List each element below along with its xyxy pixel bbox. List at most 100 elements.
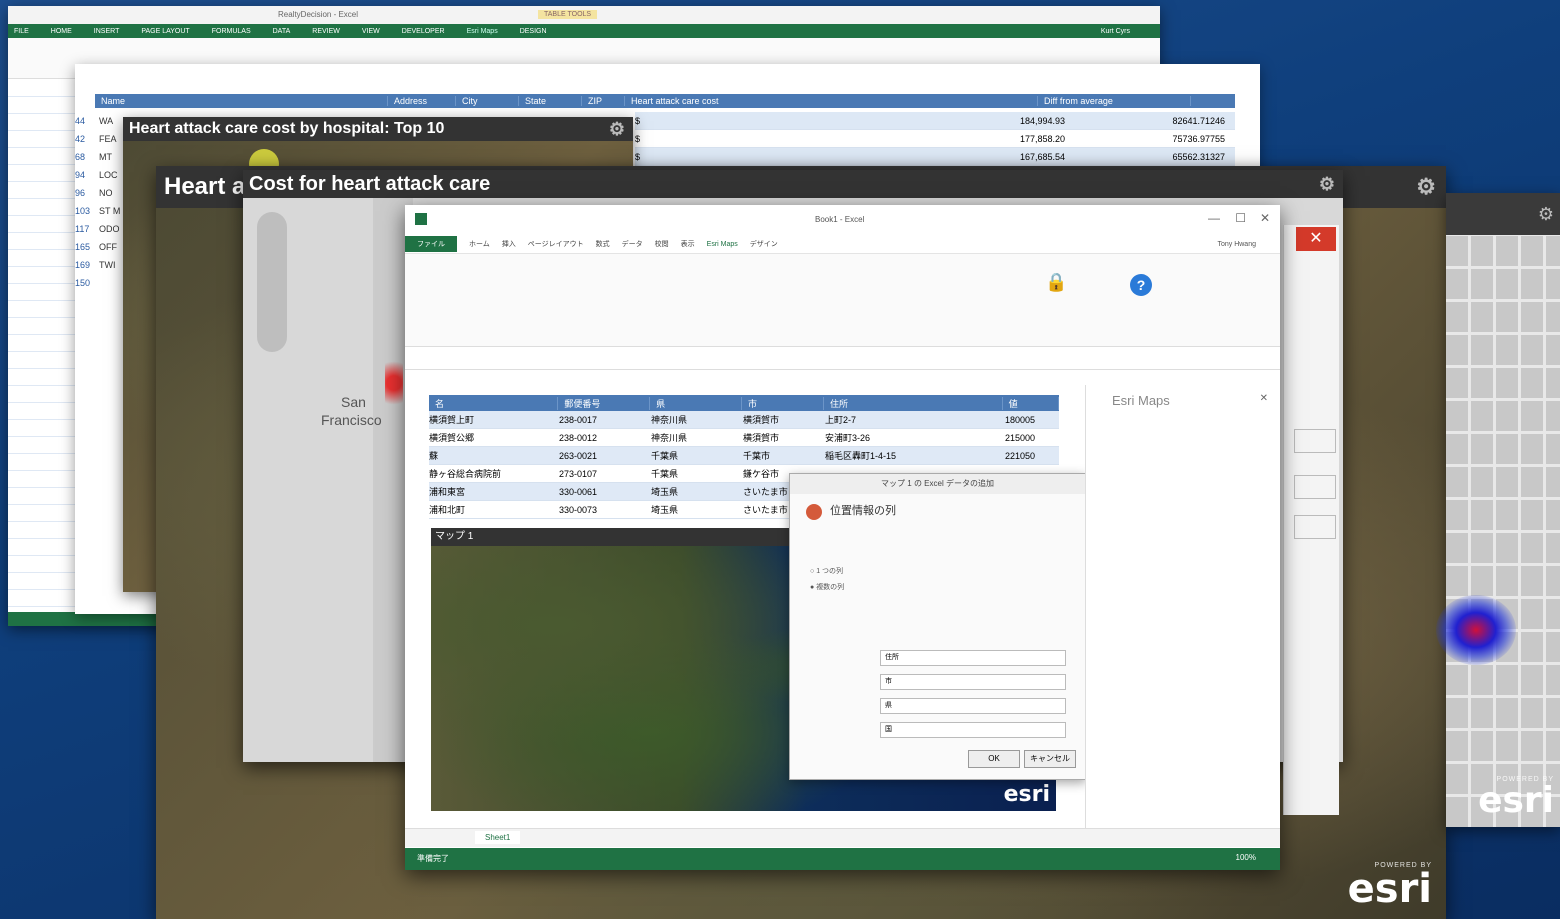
dialog-title: マップ 1 の Excel データの追加 — [881, 479, 994, 488]
close-icon[interactable]: ✕ — [1260, 211, 1270, 225]
close-icon[interactable]: ✕ — [1296, 227, 1336, 251]
street-map[interactable]: POWERED BY esri — [1436, 235, 1560, 827]
table-row[interactable]: 横須賀上町 238-0017 神奈川県 横須賀市 上町2-7 180005 — [429, 411, 1059, 429]
table-row[interactable]: 横須賀公郷 238-0012 神奈川県 横須賀市 安浦町3-26 215000 — [429, 429, 1059, 447]
gear-icon[interactable]: ⚙ — [609, 120, 625, 138]
front-ribbon-tabs: ファイル ホーム 挿入 ページレイアウト 数式 データ 校閲 表示 Esri M… — [405, 235, 1280, 254]
col-header[interactable]: 値 — [1003, 396, 1059, 410]
ok-button[interactable]: OK — [968, 750, 1020, 768]
city-label-francisco: Francisco — [321, 412, 382, 428]
table-row[interactable]: $ 184,994.93 82641.71246 — [635, 112, 1235, 130]
cost-cell: 167,685.54 — [1019, 151, 1065, 162]
cell: 330-0073 — [559, 504, 598, 515]
tab-formulas[interactable]: 数式 — [596, 239, 610, 249]
col-header[interactable]: 住所 — [824, 396, 1003, 410]
zoom-level[interactable]: 100% — [1236, 853, 1256, 862]
option-single-column[interactable]: ○ 1 つの列 — [810, 566, 843, 576]
tab-design[interactable]: デザイン — [750, 239, 778, 249]
back-tab-home[interactable]: HOME — [51, 28, 72, 35]
lock-icon[interactable]: 🔒 — [1045, 272, 1067, 293]
back-col-cost[interactable]: Heart attack care cost — [625, 96, 1038, 106]
gear-icon[interactable]: ⚙ — [1416, 176, 1436, 198]
zoom-controls[interactable] — [257, 212, 287, 352]
field-prefecture[interactable]: 県 — [880, 698, 1066, 714]
back-excel-row-headers — [8, 80, 78, 610]
front-excel-user[interactable]: Tony Hwang — [1217, 241, 1256, 248]
cell: 180005 — [1005, 414, 1036, 425]
back-col-address[interactable]: Address — [388, 96, 456, 106]
back-col-name[interactable]: Name — [95, 96, 388, 106]
cell: 横須賀市 — [743, 433, 780, 443]
cell: 埼玉県 — [651, 505, 679, 515]
back-tab-review[interactable]: REVIEW — [312, 28, 340, 35]
table-row[interactable]: $ 177,858.20 75736.97755 — [635, 130, 1235, 148]
esri-logo: esri — [1003, 782, 1050, 807]
tab-file[interactable]: ファイル — [405, 236, 457, 252]
sheet-tab-sheet1[interactable]: Sheet1 — [475, 831, 521, 844]
tab-page-layout[interactable]: ページレイアウト — [528, 239, 584, 249]
gear-icon[interactable]: ⚙ — [1319, 175, 1335, 193]
back-tab-file[interactable]: FILE — [14, 28, 29, 35]
col-header[interactable]: 県 — [650, 396, 743, 410]
back-excel-user[interactable]: Kurt Cyrs — [1101, 28, 1130, 35]
back-tab-design[interactable]: DESIGN — [520, 28, 547, 35]
col-header[interactable]: 市 — [742, 396, 825, 410]
cell: 千葉市 — [743, 451, 771, 461]
table-row[interactable]: $ 167,685.54 65562.31327 — [635, 148, 1235, 166]
map-panel-top10-title: Heart attack care cost by hospital: Top … — [129, 120, 445, 137]
back-excel-title: RealtyDecision - Excel — [278, 10, 359, 19]
gear-icon[interactable]: ⚙ — [1538, 205, 1554, 223]
tab-review[interactable]: 校閲 — [655, 239, 669, 249]
cell: 横須賀公郷 — [429, 433, 475, 443]
field-city[interactable]: 市 — [880, 674, 1066, 690]
col-header[interactable]: 郵便番号 — [558, 396, 651, 410]
tab-home[interactable]: ホーム — [469, 239, 490, 249]
cell: 横須賀市 — [743, 415, 780, 425]
tab-data[interactable]: データ — [622, 239, 643, 249]
back-tab-insert[interactable]: INSERT — [94, 28, 120, 35]
powered-by-text: POWERED BY — [1374, 862, 1432, 869]
back-col-state[interactable]: State — [519, 96, 582, 106]
formula-bar[interactable] — [405, 347, 1280, 370]
map-panel-heatmap[interactable]: ⚙ POWERED BY esri — [1436, 193, 1560, 827]
back-row-nums: 44 42 68 94 96 103 117 165 169 150 — [75, 112, 95, 292]
back-col-zip[interactable]: ZIP — [582, 96, 625, 106]
back-tab-page-layout[interactable]: PAGE LAYOUT — [141, 28, 189, 35]
tab-view[interactable]: 表示 — [681, 239, 695, 249]
behind-field — [1294, 515, 1336, 539]
front-ribbon: 🔒 ? — [405, 254, 1280, 347]
col-header[interactable]: 名 — [429, 396, 559, 410]
back-excel-context-tab[interactable]: TABLE TOOLS — [538, 10, 598, 19]
field-country[interactable]: 国 — [880, 722, 1066, 738]
close-icon[interactable]: ✕ — [1260, 393, 1268, 404]
option-multi-column[interactable]: ● 複数の列 — [810, 582, 844, 592]
back-col-city[interactable]: City — [456, 96, 519, 106]
back-tab-data[interactable]: DATA — [273, 28, 291, 35]
diff-cell: 65562.31327 — [1172, 151, 1225, 162]
excel-logo-icon — [415, 213, 427, 225]
back-table-header: Name Address City State ZIP Heart attack… — [95, 94, 1235, 108]
behind-field — [1294, 429, 1336, 453]
add-data-dialog[interactable]: マップ 1 の Excel データの追加 位置情報の列 ○ 1 つの列 ● 複数… — [789, 473, 1086, 780]
field-address[interactable]: 住所 — [880, 650, 1066, 666]
maximize-icon[interactable]: ☐ — [1235, 211, 1246, 225]
cell: 238-0017 — [559, 414, 598, 425]
map-panel-cost-header: Cost for heart attack care ⚙ — [243, 170, 1343, 198]
back-tab-formulas[interactable]: FORMULAS — [212, 28, 251, 35]
cancel-button[interactable]: キャンセル — [1024, 750, 1076, 768]
behind-field — [1294, 475, 1336, 499]
option-label: 1 つの列 — [816, 568, 844, 575]
map-panel-top10-header: Heart attack care cost by hospital: Top … — [123, 117, 633, 141]
back-tab-view[interactable]: VIEW — [362, 28, 380, 35]
back-tab-esri-maps[interactable]: Esri Maps — [467, 28, 498, 35]
cell: 上町2-7 — [825, 415, 857, 425]
cell: 埼玉県 — [651, 487, 679, 497]
tab-insert[interactable]: 挿入 — [502, 239, 516, 249]
minimize-icon[interactable]: — — [1208, 211, 1220, 225]
back-col-diff[interactable]: Diff from average — [1038, 96, 1191, 106]
tab-esri-maps[interactable]: Esri Maps — [707, 241, 738, 248]
table-row[interactable]: 蘇 263-0021 千葉県 千葉市 稲毛区轟町1-4-15 221050 — [429, 447, 1059, 465]
help-icon[interactable]: ? — [1130, 274, 1152, 296]
map-panel-cost-title: Cost for heart attack care — [249, 172, 491, 195]
back-tab-developer[interactable]: DEVELOPER — [402, 28, 445, 35]
